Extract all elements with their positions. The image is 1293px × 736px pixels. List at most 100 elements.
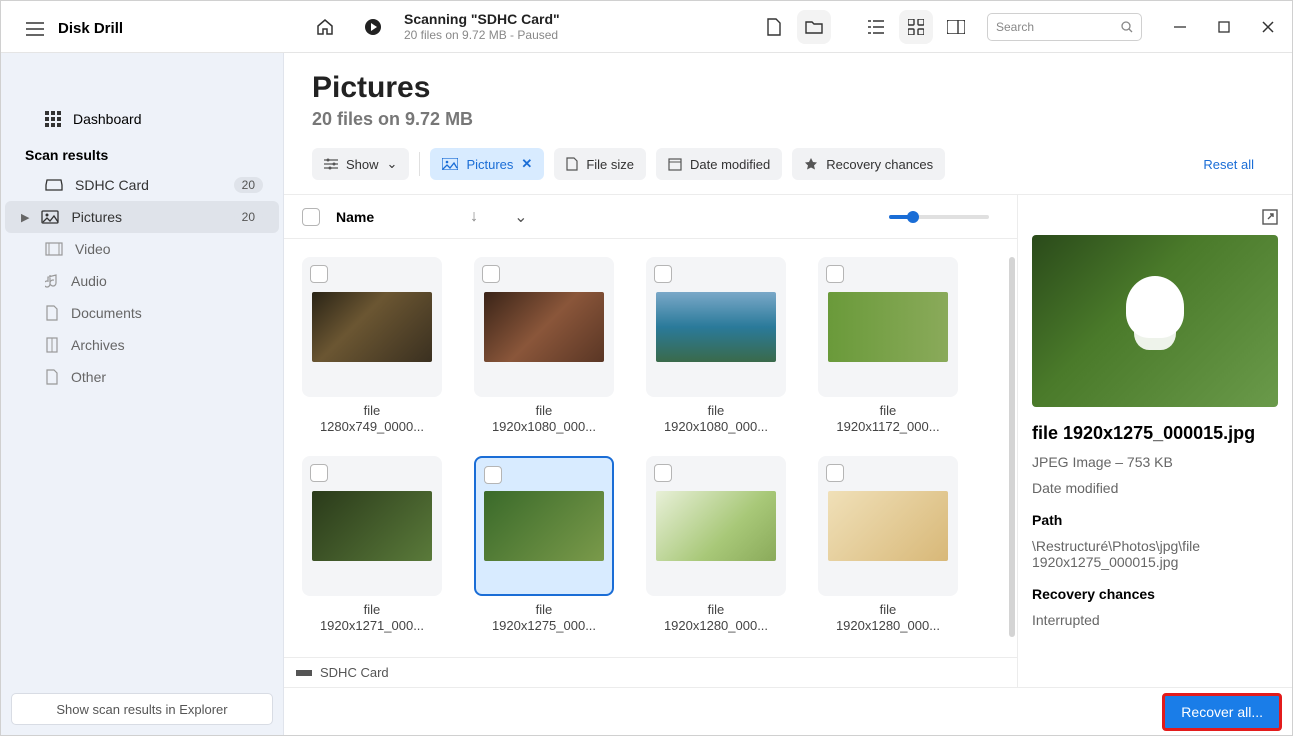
sidebar-item-pictures[interactable]: ▶ Pictures 20 xyxy=(5,201,279,233)
page-title: Pictures xyxy=(312,71,1264,105)
topbar: Scanning "SDHC Card" 20 files on 9.72 MB… xyxy=(1,1,1292,53)
calendar-icon xyxy=(668,157,682,171)
minimize-icon[interactable] xyxy=(1168,15,1192,39)
sidebar-item-documents[interactable]: Documents xyxy=(5,297,279,329)
app-name: Disk Drill xyxy=(58,20,123,37)
preview-meta: JPEG Image – 753 KB xyxy=(1032,454,1278,470)
pictures-filter[interactable]: Pictures ✕ xyxy=(430,148,544,180)
maximize-icon[interactable] xyxy=(1212,15,1236,39)
remove-filter-icon[interactable]: ✕ xyxy=(521,156,532,172)
folder-icon[interactable] xyxy=(797,10,831,44)
document-icon xyxy=(45,305,59,321)
thumb-card[interactable]: file1920x1080_000... xyxy=(646,257,786,436)
file-icon xyxy=(566,157,578,171)
preview-panel: file 1920x1275_000015.jpg JPEG Image – 7… xyxy=(1017,195,1292,687)
thumb-box[interactable] xyxy=(818,456,958,596)
drive-icon xyxy=(45,178,63,192)
sort-arrow-icon[interactable]: ↓ xyxy=(470,208,478,226)
thumb-card[interactable]: file1920x1080_000... xyxy=(474,257,614,436)
preview-recovery-value: Interrupted xyxy=(1032,612,1278,628)
preview-recovery-label: Recovery chances xyxy=(1032,586,1278,602)
thumb-checkbox[interactable] xyxy=(826,464,844,482)
list-view-icon[interactable] xyxy=(859,10,893,44)
thumb-checkbox[interactable] xyxy=(310,265,328,283)
thumb-card[interactable]: file1920x1275_000... xyxy=(474,456,614,635)
zoom-slider[interactable] xyxy=(889,215,989,219)
file-icon[interactable] xyxy=(757,10,791,44)
home-icon[interactable] xyxy=(308,10,342,44)
chevron-right-icon: ▶ xyxy=(21,211,29,224)
hamburger-icon[interactable] xyxy=(26,22,44,36)
thumb-checkbox[interactable] xyxy=(654,464,672,482)
date-filter[interactable]: Date modified xyxy=(656,148,782,180)
thumb-box[interactable] xyxy=(474,257,614,397)
scan-subtitle: 20 files on 9.72 MB - Paused xyxy=(404,28,560,42)
sidebar-section-label: Scan results xyxy=(1,135,283,169)
scrollbar[interactable] xyxy=(1009,257,1015,637)
thumb-box[interactable] xyxy=(818,257,958,397)
thumb-box[interactable] xyxy=(302,456,442,596)
status-bar: SDHC Card xyxy=(284,657,1017,687)
thumb-checkbox[interactable] xyxy=(484,466,502,484)
thumb-label: file1920x1271_000... xyxy=(320,602,424,635)
reset-all-link[interactable]: Reset all xyxy=(1203,157,1264,172)
chip-label: Show xyxy=(346,157,379,172)
sidebar-item-audio[interactable]: Audio xyxy=(5,265,279,297)
thumb-card[interactable]: file1920x1280_000... xyxy=(818,456,958,635)
sidebar-item-archives[interactable]: Archives xyxy=(5,329,279,361)
play-icon[interactable] xyxy=(356,10,390,44)
star-icon xyxy=(804,157,818,171)
sidebar-badge: 20 xyxy=(234,209,263,225)
show-filter[interactable]: Show ⌄ xyxy=(312,148,409,180)
show-in-explorer-button[interactable]: Show scan results in Explorer xyxy=(11,693,273,725)
chip-label: Date modified xyxy=(690,157,770,172)
dashboard-label: Dashboard xyxy=(73,111,142,127)
recovery-filter[interactable]: Recovery chances xyxy=(792,148,945,180)
sidebar-item-label: SDHC Card xyxy=(75,177,149,193)
close-icon[interactable] xyxy=(1256,15,1280,39)
thumb-checkbox[interactable] xyxy=(826,265,844,283)
thumb-box[interactable] xyxy=(474,456,614,596)
thumb-image xyxy=(484,292,604,362)
thumb-card[interactable]: file1280x749_0000... xyxy=(302,257,442,436)
chevron-down-icon[interactable]: ⌄ xyxy=(514,207,527,227)
thumb-card[interactable]: file1920x1271_000... xyxy=(302,456,442,635)
thumb-card[interactable]: file1920x1172_000... xyxy=(818,257,958,436)
thumb-image xyxy=(312,491,432,561)
popout-icon[interactable] xyxy=(1262,209,1278,225)
thumb-image xyxy=(656,292,776,362)
sliders-icon xyxy=(324,158,338,170)
panel-icon[interactable] xyxy=(939,10,973,44)
sidebar-item-label: Archives xyxy=(71,337,125,353)
recover-all-button[interactable]: Recover all... xyxy=(1162,693,1282,731)
select-all-checkbox[interactable] xyxy=(302,208,320,226)
thumb-image xyxy=(828,292,948,362)
thumb-box[interactable] xyxy=(646,456,786,596)
sidebar-item-label: Documents xyxy=(71,305,142,321)
page-subtitle: 20 files on 9.72 MB xyxy=(312,109,1264,130)
thumb-card[interactable]: file1920x1280_000... xyxy=(646,456,786,635)
grid-view-icon[interactable] xyxy=(899,10,933,44)
sidebar-item-video[interactable]: Video xyxy=(5,233,279,265)
filesize-filter[interactable]: File size xyxy=(554,148,646,180)
thumb-checkbox[interactable] xyxy=(310,464,328,482)
other-icon xyxy=(45,369,59,385)
thumb-checkbox[interactable] xyxy=(482,265,500,283)
thumb-label: file1920x1275_000... xyxy=(492,602,596,635)
search-input[interactable]: Search xyxy=(987,13,1142,41)
thumb-box[interactable] xyxy=(302,257,442,397)
picture-icon xyxy=(442,158,458,170)
chip-label: File size xyxy=(586,157,634,172)
thumb-image xyxy=(656,491,776,561)
thumb-image xyxy=(828,491,948,561)
sidebar-badge: 20 xyxy=(234,177,263,193)
chevron-down-icon: ⌄ xyxy=(387,156,398,172)
status-device: SDHC Card xyxy=(320,665,389,680)
sidebar-dashboard[interactable]: Dashboard xyxy=(1,103,283,135)
divider xyxy=(419,152,420,176)
sidebar-item-other[interactable]: Other xyxy=(5,361,279,393)
thumb-box[interactable] xyxy=(646,257,786,397)
sidebar-item-sdhc[interactable]: SDHC Card 20 xyxy=(5,169,279,201)
thumb-checkbox[interactable] xyxy=(654,265,672,283)
column-name[interactable]: Name xyxy=(336,209,374,225)
